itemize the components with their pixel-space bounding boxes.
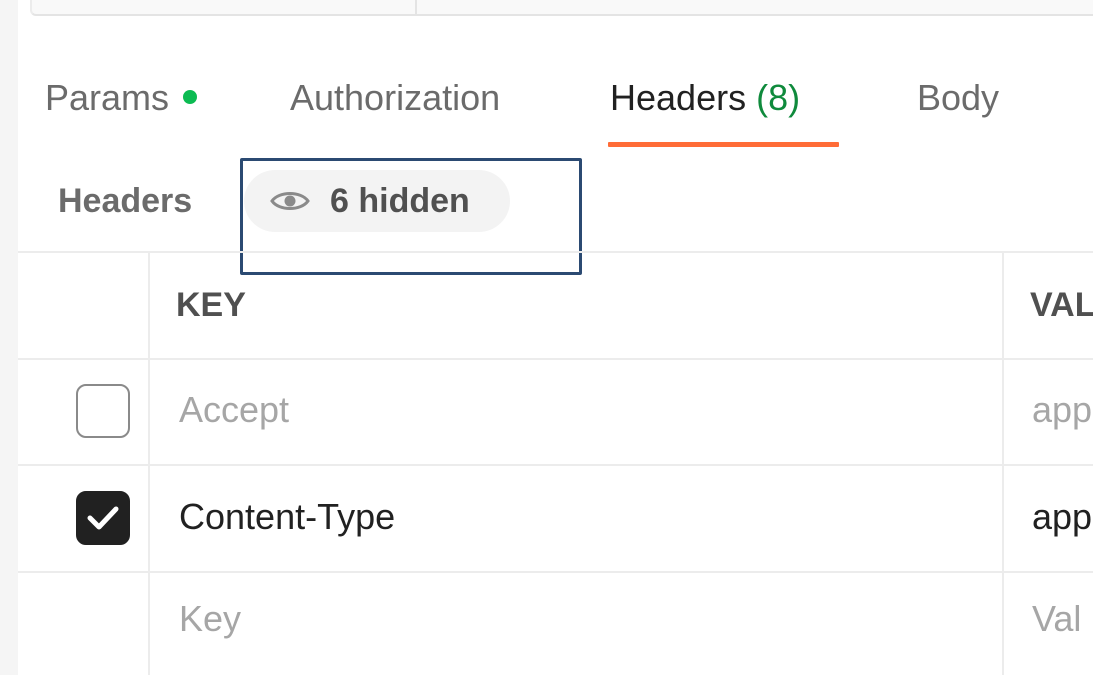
row-checkbox-content-type[interactable] <box>76 491 130 545</box>
params-indicator-dot <box>183 90 198 105</box>
header-key-accept[interactable]: Accept <box>179 388 289 432</box>
url-bar-remnant <box>30 0 1093 16</box>
table-top-border <box>18 251 1093 253</box>
header-value-accept[interactable]: app <box>1032 388 1092 432</box>
column-header-key: KEY <box>176 286 246 324</box>
table-row-divider <box>18 571 1093 573</box>
row-checkbox-accept[interactable] <box>76 384 130 438</box>
request-panel: Params Authorization Headers (8) Body Hea… <box>18 0 1093 675</box>
url-bar-divider <box>415 0 417 16</box>
new-header-key-input[interactable]: Key <box>179 597 241 641</box>
tab-authorization-label: Authorization <box>290 77 501 118</box>
tab-body-label: Body <box>917 77 1000 118</box>
eye-icon <box>270 192 310 210</box>
hidden-headers-label: 6 hidden <box>330 182 470 220</box>
tab-headers[interactable]: Headers (8) <box>610 74 800 122</box>
tab-headers-count: (8) <box>756 77 801 118</box>
header-value-content-type[interactable]: app <box>1032 495 1092 539</box>
table-column-divider <box>148 253 150 675</box>
table-column-divider <box>1002 253 1004 675</box>
column-header-value: VAL <box>1030 286 1093 324</box>
headers-section-title: Headers <box>58 182 193 220</box>
tab-params[interactable]: Params <box>45 74 198 122</box>
active-tab-underline <box>608 142 839 147</box>
table-row-divider <box>18 464 1093 466</box>
tab-body[interactable]: Body <box>917 74 999 122</box>
tab-authorization[interactable]: Authorization <box>290 74 500 122</box>
tab-params-label: Params <box>45 77 170 118</box>
tab-headers-label: Headers <box>610 77 747 118</box>
checkmark-icon <box>87 506 119 530</box>
table-row-divider <box>18 358 1093 360</box>
new-header-value-input[interactable]: Val <box>1032 597 1081 641</box>
hidden-headers-toggle[interactable]: 6 hidden <box>244 170 510 232</box>
header-key-content-type[interactable]: Content-Type <box>179 495 395 539</box>
